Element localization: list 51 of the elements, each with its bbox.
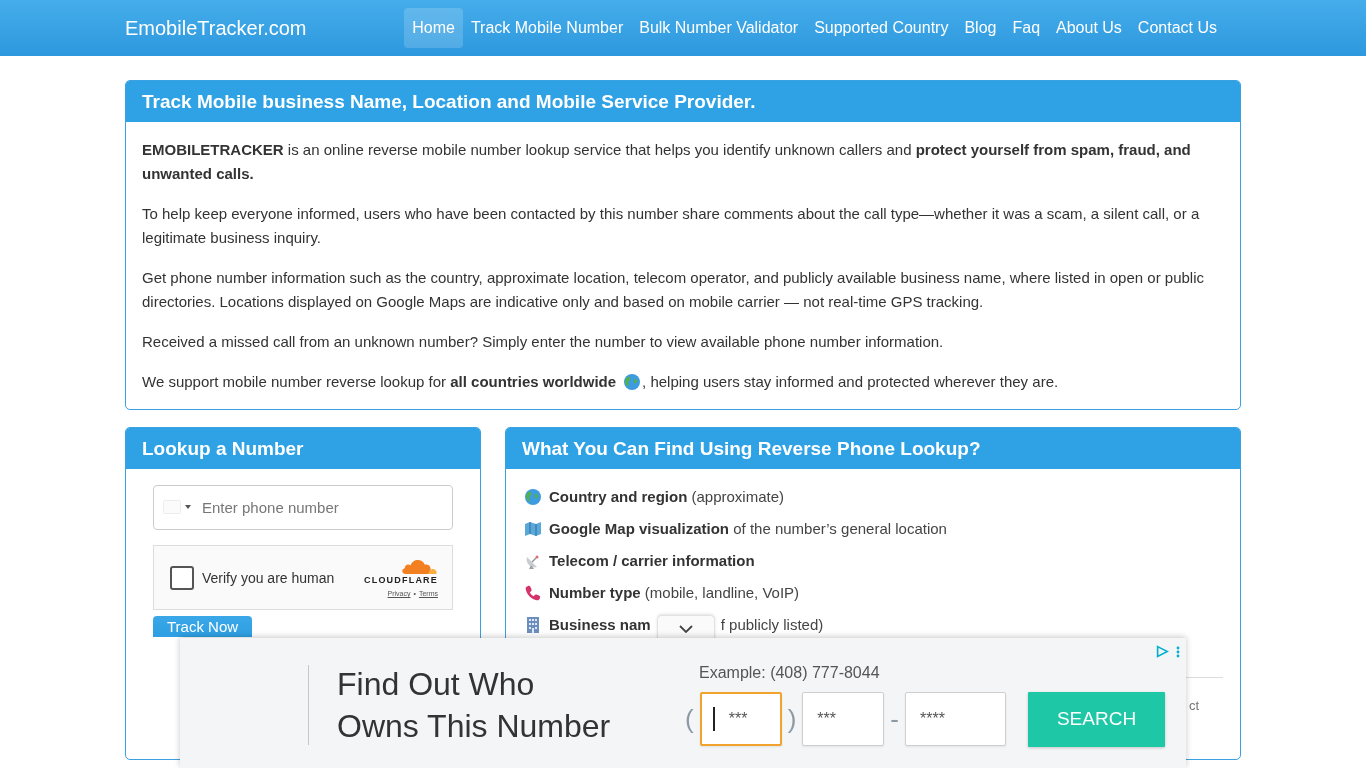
checkbox[interactable]: [170, 565, 194, 590]
input-field[interactable]: ***: [802, 692, 885, 746]
brand-wordmark: CLOUDFLARE: [364, 575, 438, 586]
card-title: Track Mobile business Name, Location and Mobile Service Provider.: [126, 81, 1240, 122]
play-triangle-icon[interactable]: [1156, 645, 1169, 658]
separator-text: (: [685, 704, 694, 734]
nav-link[interactable]: Blog: [956, 8, 1005, 48]
nav-link[interactable]: Faq: [1004, 8, 1049, 48]
nav-link[interactable]: Home: [404, 8, 463, 48]
input-field[interactable]: ****: [905, 692, 1006, 746]
card-title: Lookup a Number: [126, 428, 480, 469]
phone-number-field[interactable]: Enter phone number: [153, 485, 453, 530]
feature-text: Number type (mobile, landline, VoIP): [549, 583, 800, 603]
office-building-icon: [525, 617, 541, 633]
example-text: Example: (408) 777-8044: [699, 663, 880, 682]
nav-link[interactable]: Contact Us: [1129, 8, 1225, 48]
footer-text: ct: [1188, 698, 1199, 714]
separator-text: ): [787, 704, 797, 734]
caret-icon[interactable]: [185, 505, 191, 509]
site-logo-link[interactable]: EmobileTracker.com: [125, 16, 307, 40]
intro-paragraph: To help keep everyone informed, users who have been contacted by this number share comments about the call type—whether it was a scam, a silent call, or a legitimate business inquiry.: [142, 204, 1201, 248]
intro-paragraph: EMOBILETRACKER is an online reverse mobile number lookup service that helps you identify unknown callers and protect yourself from spam, fraud, and unwanted calls.: [142, 140, 1192, 184]
phone-icon: [525, 585, 541, 601]
feature-text: Telecom / carrier information: [549, 551, 755, 571]
ad-headline: Find Out Who Owns This Number: [337, 665, 612, 746]
track-now-button[interactable]: Track Now: [153, 616, 252, 637]
feature-text: Business nam: [549, 615, 651, 635]
checkbox-label: Verify you are human: [202, 569, 335, 586]
intro-paragraph: Received a missed call from an unknown number? Simply enter the number to view available phone number information.: [142, 332, 945, 352]
feature-text: f publicly listed): [720, 615, 824, 635]
satellite-dish-icon: [525, 553, 541, 569]
separator-text: -: [890, 704, 899, 734]
globe-icon: [525, 489, 541, 505]
globe-icon: [624, 374, 641, 390]
feature-text: Country and region (approximate): [549, 487, 785, 507]
nav-link[interactable]: Bulk Number Validator: [631, 8, 807, 48]
nav-link[interactable]: Track Mobile Number: [462, 8, 632, 48]
collapse-tab[interactable]: [656, 615, 715, 641]
intro-paragraph: Get phone number information such as the country, approximate location, telecom operator, and publicly available business name, where listed in open or public directories. Locations displayed on Google Maps are indicative only and based on mobile carrier — not real-time GPS tracking.: [142, 268, 1205, 312]
intro-paragraph: We support mobile number reverse lookup for all countries worldwide: [142, 372, 617, 392]
card-title: What You Can Find Using Reverse Phone Lookup?: [506, 428, 1240, 469]
text-cursor-icon: [712, 707, 715, 731]
chevron-down-icon[interactable]: [678, 624, 693, 633]
nav-link[interactable]: About Us: [1048, 8, 1130, 48]
search-button[interactable]: SEARCH: [1028, 691, 1165, 747]
folded-map-icon: [525, 521, 541, 537]
input-field[interactable]: ***: [699, 692, 782, 746]
intro-paragraph: , helping users stay informed and protected wherever they are.: [642, 372, 1059, 392]
feature-text: Google Map visualization of the number’s general location: [549, 519, 947, 539]
more-options-icon[interactable]: [1176, 645, 1180, 658]
nav-link[interactable]: Supported Country: [806, 8, 957, 48]
